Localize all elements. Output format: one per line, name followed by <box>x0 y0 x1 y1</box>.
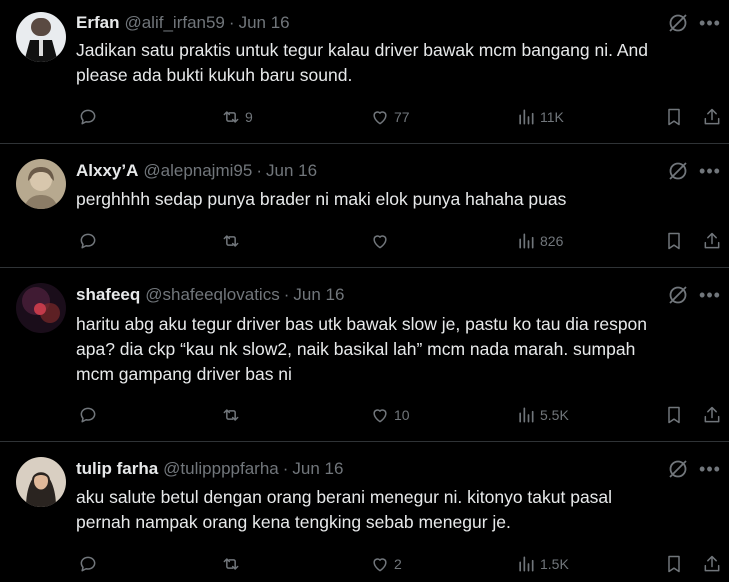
author-handle[interactable]: @shafeeqlovatics <box>145 285 279 304</box>
retweet-icon <box>223 558 239 570</box>
share-icon <box>704 232 720 249</box>
avatar[interactable] <box>16 12 66 62</box>
share-icon <box>704 108 720 125</box>
bookmark-icon <box>668 555 680 573</box>
more-icon[interactable]: ••• <box>699 284 721 306</box>
grok-icon[interactable] <box>667 12 689 34</box>
retweet-icon <box>223 409 239 421</box>
views-button[interactable]: 11K <box>516 106 564 128</box>
views-button[interactable]: 1.5K <box>516 553 569 575</box>
heart-icon <box>373 235 387 249</box>
share-icon <box>704 406 720 423</box>
like-button[interactable]: 10 <box>370 404 410 426</box>
separator: · <box>282 459 289 478</box>
reply-icon <box>80 109 96 125</box>
tweet-date[interactable]: Jun 16 <box>239 13 290 32</box>
like-button[interactable] <box>370 230 394 252</box>
reply-button[interactable] <box>78 404 102 426</box>
views-button[interactable]: 826 <box>516 230 563 252</box>
heart-icon <box>373 409 387 423</box>
avatar[interactable] <box>16 457 66 507</box>
tweet-date[interactable]: Jun 16 <box>266 161 317 180</box>
like-count: 10 <box>394 407 410 423</box>
reply-icon <box>80 407 96 423</box>
retweet-button[interactable]: 9 <box>221 106 253 128</box>
views-button[interactable]: 5.5K <box>516 404 569 426</box>
reply-icon <box>80 233 96 249</box>
retweet-icon <box>223 111 239 123</box>
heart-icon <box>373 558 387 572</box>
avatar[interactable] <box>16 159 66 209</box>
reply-button[interactable] <box>78 106 102 128</box>
views-icon <box>519 109 534 125</box>
tweet-date[interactable]: Jun 16 <box>293 285 344 304</box>
tweet-text: Jadikan satu praktis untuk tegur kalau d… <box>76 40 648 85</box>
avatar[interactable] <box>16 283 66 333</box>
more-icon[interactable]: ••• <box>699 12 721 34</box>
separator: · <box>256 161 262 180</box>
bookmark-icon <box>668 108 680 126</box>
grok-icon[interactable] <box>667 458 689 480</box>
tweet-actions: 10 5.5K <box>76 404 722 426</box>
tweet-text: haritu abg aku tegur driver bas utk bawa… <box>76 314 648 384</box>
author-handle[interactable]: @alepnajmi95 <box>143 161 252 180</box>
reply-button[interactable] <box>78 230 102 252</box>
bookmark-icon <box>668 406 680 424</box>
tweet-actions: 826 <box>76 230 722 252</box>
tweet-text: aku salute betul dengan orang berani men… <box>76 487 613 532</box>
divider <box>0 143 729 144</box>
like-count: 77 <box>394 109 410 125</box>
retweet-icon <box>223 235 239 247</box>
author-name[interactable]: Erfan <box>76 13 119 32</box>
more-icon[interactable]: ••• <box>699 458 721 480</box>
share-button[interactable] <box>702 230 722 252</box>
bookmark-button[interactable] <box>664 404 684 426</box>
bookmark-button[interactable] <box>664 553 684 575</box>
like-count: 2 <box>394 556 402 572</box>
tweet-actions: 2 1.5K <box>76 553 722 575</box>
divider <box>0 441 729 442</box>
grok-icon[interactable] <box>667 284 689 306</box>
author-name[interactable]: shafeeq <box>76 285 140 304</box>
more-icon[interactable]: ••• <box>699 160 721 182</box>
retweet-button[interactable] <box>221 553 245 575</box>
like-button[interactable]: 77 <box>370 106 410 128</box>
bookmark-button[interactable] <box>664 230 684 252</box>
view-count: 1.5K <box>540 556 569 572</box>
tweet-text: perghhhh sedap punya brader ni maki elok… <box>76 189 567 209</box>
like-button[interactable]: 2 <box>370 553 402 575</box>
view-count: 11K <box>540 109 564 125</box>
bookmark-icon <box>668 232 680 250</box>
share-icon <box>704 555 720 572</box>
separator: · <box>228 13 235 32</box>
view-count: 5.5K <box>540 407 569 423</box>
heart-icon <box>373 111 387 125</box>
views-icon <box>519 233 534 249</box>
retweet-button[interactable] <box>221 404 245 426</box>
share-button[interactable] <box>702 553 722 575</box>
separator: · <box>283 285 290 304</box>
grok-icon[interactable] <box>667 160 689 182</box>
author-name[interactable]: tulip farha <box>76 459 158 478</box>
reply-button[interactable] <box>78 553 102 575</box>
share-button[interactable] <box>702 404 722 426</box>
retweet-count: 9 <box>245 109 253 125</box>
divider <box>0 267 729 268</box>
author-name[interactable]: Alxxy’A <box>76 161 138 180</box>
views-icon <box>519 556 534 572</box>
share-button[interactable] <box>702 106 722 128</box>
view-count: 826 <box>540 233 564 249</box>
author-handle[interactable]: @alif_irfan59 <box>124 13 224 32</box>
reply-icon <box>80 556 96 572</box>
tweet-actions: 9 77 11K <box>76 106 722 128</box>
views-icon <box>519 407 534 423</box>
bookmark-button[interactable] <box>664 106 684 128</box>
tweet-date[interactable]: Jun 16 <box>292 459 343 478</box>
author-handle[interactable]: @tulippppfarha <box>163 459 279 478</box>
retweet-button[interactable] <box>221 230 245 252</box>
